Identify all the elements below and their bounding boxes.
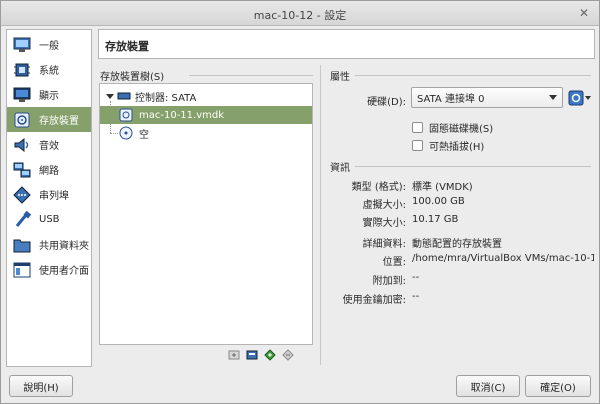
page-header: 存放裝置 [98,29,595,59]
hard-disk-icon [119,108,133,122]
add-controller-icon [228,350,240,360]
info-label-type: 類型 (格式): [351,182,406,193]
divider [189,75,313,76]
info-label-actual-size: 實際大小: [362,218,406,229]
close-button[interactable]: ✕ [577,6,591,20]
divider [355,166,591,167]
page-title: 存放裝置 [105,40,149,53]
solid-state-label: 固態磁碟機(S) [429,124,494,135]
sidebar-item-serial-ports[interactable]: 串列埠 [7,182,91,207]
info-label-encrypted: 使用金鑰加密: [342,295,406,306]
info-value-encrypted: -- [412,291,420,302]
folder-icon [12,235,32,255]
divider [355,75,591,76]
sidebar-item-general[interactable]: 一般 [7,32,91,57]
controller-label: 控制器: SATA [135,92,197,104]
sidebar-item-usb[interactable]: USB [7,207,91,232]
chevron-down-icon [549,95,557,100]
hot-plug-label: 可熱插拔(H) [429,142,485,153]
speaker-icon [12,135,32,155]
hard-disk-label: 硬碟(D): [367,97,406,108]
sidebar-item-user-interface[interactable]: 使用者介面 [7,257,91,282]
add-attachment-icon [264,349,276,361]
display-icon [12,85,32,105]
sidebar-item-label: 使用者介面 [39,266,89,277]
sidebar-item-label: USB [39,214,60,225]
sidebar-item-network[interactable]: 網路 [7,157,91,182]
remove-controller-icon [246,350,258,360]
info-label-details: 詳細資料: [362,239,406,250]
add-attachment-button[interactable] [263,348,277,362]
remove-attachment-button[interactable] [281,348,295,362]
sidebar-item-audio[interactable]: 音效 [7,132,91,157]
sidebar-item-label: 一般 [39,41,59,52]
sidebar-item-label: 共用資料夾 [39,241,89,252]
chevron-down-icon [585,95,591,100]
remove-controller-button[interactable] [245,348,259,362]
hard-disk-slot-value: SATA 連接埠 0 [417,94,485,105]
network-icon [12,160,32,180]
tree-item-label: 空 [139,129,149,141]
window-title: mac-10-12 - 設定 [253,9,347,22]
cancel-button[interactable]: 取消(C) [456,375,520,397]
remove-attachment-icon [282,349,294,361]
info-value-type: 標準 (VMDK) [412,182,473,193]
title-bar: mac-10-12 - 設定 ✕ [1,1,599,26]
sidebar-item-label: 存放裝置 [39,116,79,127]
sidebar-item-display[interactable]: 顯示 [7,82,91,107]
storage-icon [12,110,32,130]
settings-sidebar: 一般 系統 顯示 存放裝置 音效 網路 串列埠 USB 共用資料夾 使用者介面 [6,29,92,367]
add-controller-button[interactable] [227,348,241,362]
settings-window: mac-10-12 - 設定 ✕ 一般 系統 顯示 存放裝置 音效 網路 串列埠… [0,0,600,404]
sidebar-item-label: 系統 [39,66,59,77]
checkbox-box[interactable] [412,140,423,151]
info-value-virtual-size: 100.00 GB [412,196,465,207]
sidebar-item-storage[interactable]: 存放裝置 [7,107,91,132]
info-value-details: 動態配置的存放裝置 [412,239,502,250]
help-button[interactable]: 說明(H) [9,375,73,397]
controller-icon [117,89,131,103]
ok-button[interactable]: 確定(O) [525,375,591,397]
solid-state-checkbox[interactable]: 固態磁碟機(S) [412,120,493,135]
tree-item-label: mac-10-11.vmdk [139,109,225,121]
information-title: 資訊 [330,163,350,174]
ui-icon [12,260,32,280]
storage-tree-title: 存放裝置樹(S) [100,72,165,83]
info-label-attached-to: 附加到: [372,276,406,287]
optical-disc-icon [119,126,133,140]
sidebar-item-label: 網路 [39,166,59,177]
sidebar-item-label: 串列埠 [39,191,69,202]
info-value-actual-size: 10.17 GB [412,214,459,225]
monitor-icon [12,35,32,55]
sidebar-item-shared-folders[interactable]: 共用資料夾 [7,232,91,257]
info-label-virtual-size: 虛擬大小: [362,200,406,211]
info-label-location: 位置: [382,257,406,268]
hard-disk-icon [568,90,584,105]
close-icon: ✕ [578,6,590,20]
serial-port-icon [12,185,32,205]
storage-tree[interactable]: 控制器: SATA mac-10-11.vmdk 空 [99,83,313,345]
attributes-title: 屬性 [330,72,350,83]
chip-icon [12,60,32,80]
tree-item-hard-disk[interactable]: mac-10-11.vmdk [100,106,312,124]
checkbox-box[interactable] [412,122,423,133]
hard-disk-slot-select[interactable]: SATA 連接埠 0 [411,87,563,108]
sidebar-item-label: 顯示 [39,91,59,102]
tree-item-optical-drive[interactable]: 空 [100,124,312,142]
hot-pluggable-checkbox[interactable]: 可熱插拔(H) [412,138,484,153]
usb-icon [12,210,32,230]
choose-disk-button[interactable] [568,87,592,108]
info-value-location: /home/mra/VirtualBox VMs/mac-10-11/... [412,253,594,264]
sidebar-item-system[interactable]: 系統 [7,57,91,82]
storage-tree-toolbar [227,348,295,362]
sidebar-item-label: 音效 [39,141,59,152]
tree-controller-sata[interactable]: 控制器: SATA [100,87,312,105]
info-value-attached-to: -- [412,272,420,283]
